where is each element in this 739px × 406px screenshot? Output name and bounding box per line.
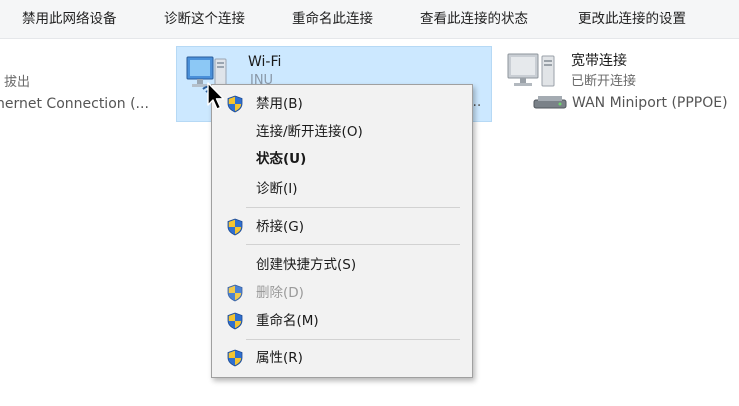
wifi-name: Wi-Fi (248, 54, 282, 70)
menu-item-label: 状态(U) (256, 151, 307, 167)
menu-item-label: 连接/断开连接(O) (256, 124, 363, 140)
uac-shield-icon (227, 312, 243, 330)
broadband-status: 已断开连接 (571, 74, 637, 89)
network-connections-window: 禁用此网络设备 诊断这个连接 重命名此连接 查看此连接的状态 更改此连接的设置 … (0, 0, 739, 406)
menu-item-delete[interactable]: 删除(D) (215, 281, 469, 305)
broadband-name: 宽带连接 (571, 53, 627, 69)
command-bar: 禁用此网络设备 诊断这个连接 重命名此连接 查看此连接的状态 更改此连接的设置 (0, 0, 739, 39)
menu-item-status[interactable]: 状态(U) (215, 147, 469, 171)
diagnose-connection-button[interactable]: 诊断这个连接 (164, 10, 245, 28)
view-status-button[interactable]: 查看此连接的状态 (420, 10, 528, 28)
menu-item-label: 删除(D) (256, 285, 304, 301)
menu-item-rename[interactable]: 重命名(M) (215, 309, 469, 333)
change-settings-button[interactable]: 更改此连接的设置 (578, 10, 686, 28)
menu-item-create-shortcut[interactable]: 创建快捷方式(S) (215, 253, 469, 277)
ethernet-adapter[interactable]: 拔出 hernet Connection (... (0, 46, 170, 122)
uac-shield-icon (227, 284, 243, 302)
ethernet-status: 拔出 (4, 75, 31, 90)
menu-item-diagnose[interactable]: 诊断(I) (215, 177, 469, 201)
menu-item-connect-disconnect[interactable]: 连接/断开连接(O) (215, 120, 469, 144)
menu-item-label: 禁用(B) (256, 96, 303, 112)
context-menu: 禁用(B) 连接/断开连接(O) 状态(U) 诊断(I) 桥接(G) 创建快捷方… (211, 84, 473, 378)
uac-shield-icon (227, 349, 243, 367)
menu-item-label: 桥接(G) (256, 219, 304, 235)
mouse-cursor-icon (207, 82, 225, 110)
rename-connection-button[interactable]: 重命名此连接 (292, 10, 373, 28)
menu-separator (246, 339, 460, 340)
menu-separator (246, 244, 460, 245)
menu-item-disable[interactable]: 禁用(B) (215, 92, 469, 116)
menu-item-label: 属性(R) (256, 350, 303, 366)
uac-shield-icon (227, 218, 243, 236)
menu-item-label: 创建快捷方式(S) (256, 257, 357, 273)
menu-item-label: 重命名(M) (256, 313, 319, 329)
broadband-device: WAN Miniport (PPPOE) (572, 95, 728, 111)
disable-device-button[interactable]: 禁用此网络设备 (22, 10, 117, 28)
broadband-adapter[interactable]: 宽带连接 已断开连接 WAN Miniport (PPPOE) (502, 46, 739, 122)
ethernet-device: hernet Connection (... (0, 96, 149, 112)
uac-shield-icon (227, 95, 243, 113)
menu-separator (246, 207, 460, 208)
menu-item-properties[interactable]: 属性(R) (215, 346, 469, 370)
menu-item-bridge[interactable]: 桥接(G) (215, 215, 469, 239)
broadband-computer-icon (507, 53, 567, 109)
menu-item-label: 诊断(I) (256, 181, 298, 197)
